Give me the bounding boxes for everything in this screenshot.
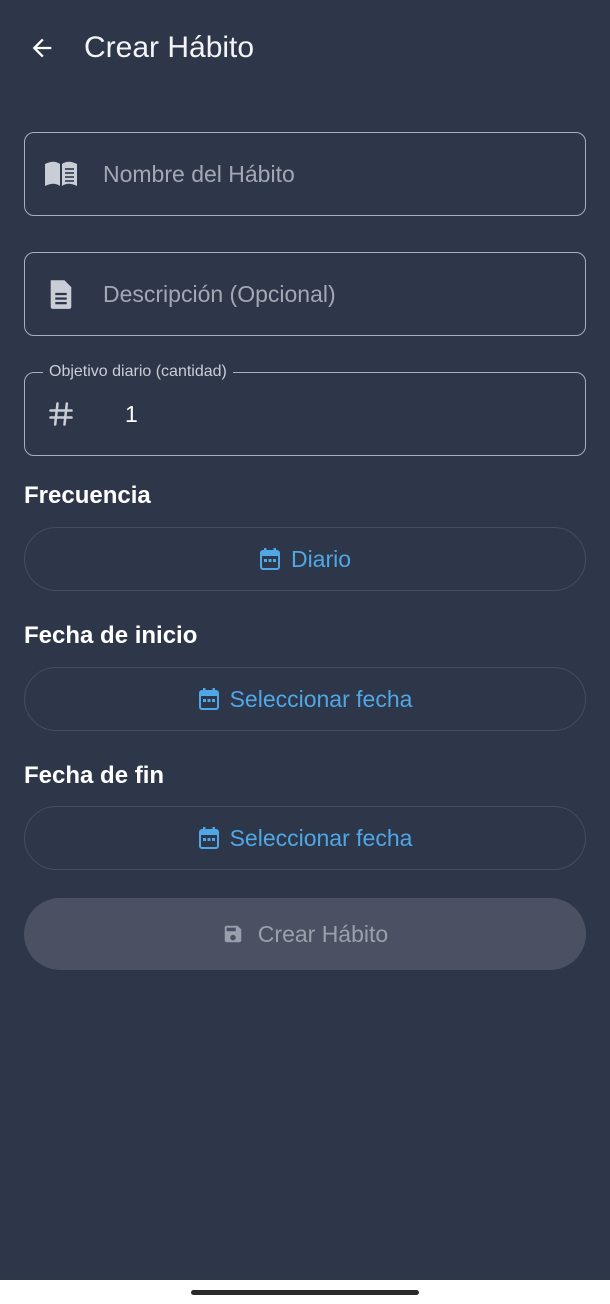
hash-icon bbox=[43, 396, 79, 432]
start-date-button-label: Seleccionar fecha bbox=[229, 685, 413, 712]
daily-goal-input[interactable] bbox=[125, 394, 569, 434]
start-date-label: Fecha de inicio bbox=[24, 622, 198, 649]
frequency-button[interactable]: Diario bbox=[24, 527, 586, 591]
daily-goal-field[interactable]: Objetivo diario (cantidad) bbox=[24, 361, 586, 456]
calendar-icon bbox=[198, 827, 219, 849]
habit-name-field[interactable] bbox=[24, 132, 586, 216]
frequency-label: Frecuencia bbox=[24, 482, 151, 509]
end-date-button[interactable]: Seleccionar fecha bbox=[24, 806, 586, 870]
back-button[interactable] bbox=[22, 28, 62, 68]
create-habit-screen: Crear Hábito Nombre del Hábito Descripci… bbox=[0, 0, 610, 1280]
daily-goal-label: Objetivo diario (cantidad) bbox=[43, 361, 233, 383]
create-habit-button[interactable]: Crear Hábito bbox=[24, 898, 586, 970]
arrow-left-icon bbox=[32, 38, 52, 58]
page-title: Crear Hábito bbox=[84, 31, 255, 64]
calendar-icon bbox=[259, 548, 280, 570]
start-date-button[interactable]: Seleccionar fecha bbox=[24, 667, 586, 731]
habit-name-input[interactable] bbox=[103, 154, 569, 194]
book-icon bbox=[43, 156, 79, 192]
home-indicator bbox=[191, 1290, 419, 1295]
create-habit-button-label: Crear Hábito bbox=[257, 920, 389, 947]
end-date-label: Fecha de fin bbox=[24, 762, 165, 789]
app-bar: Crear Hábito bbox=[0, 0, 610, 96]
calendar-icon bbox=[198, 688, 219, 710]
end-date-button-label: Seleccionar fecha bbox=[229, 824, 413, 851]
document-icon bbox=[43, 276, 79, 312]
description-input[interactable] bbox=[103, 274, 569, 314]
frequency-button-label: Diario bbox=[290, 545, 352, 572]
save-icon bbox=[224, 925, 242, 943]
description-field[interactable] bbox=[24, 252, 586, 336]
